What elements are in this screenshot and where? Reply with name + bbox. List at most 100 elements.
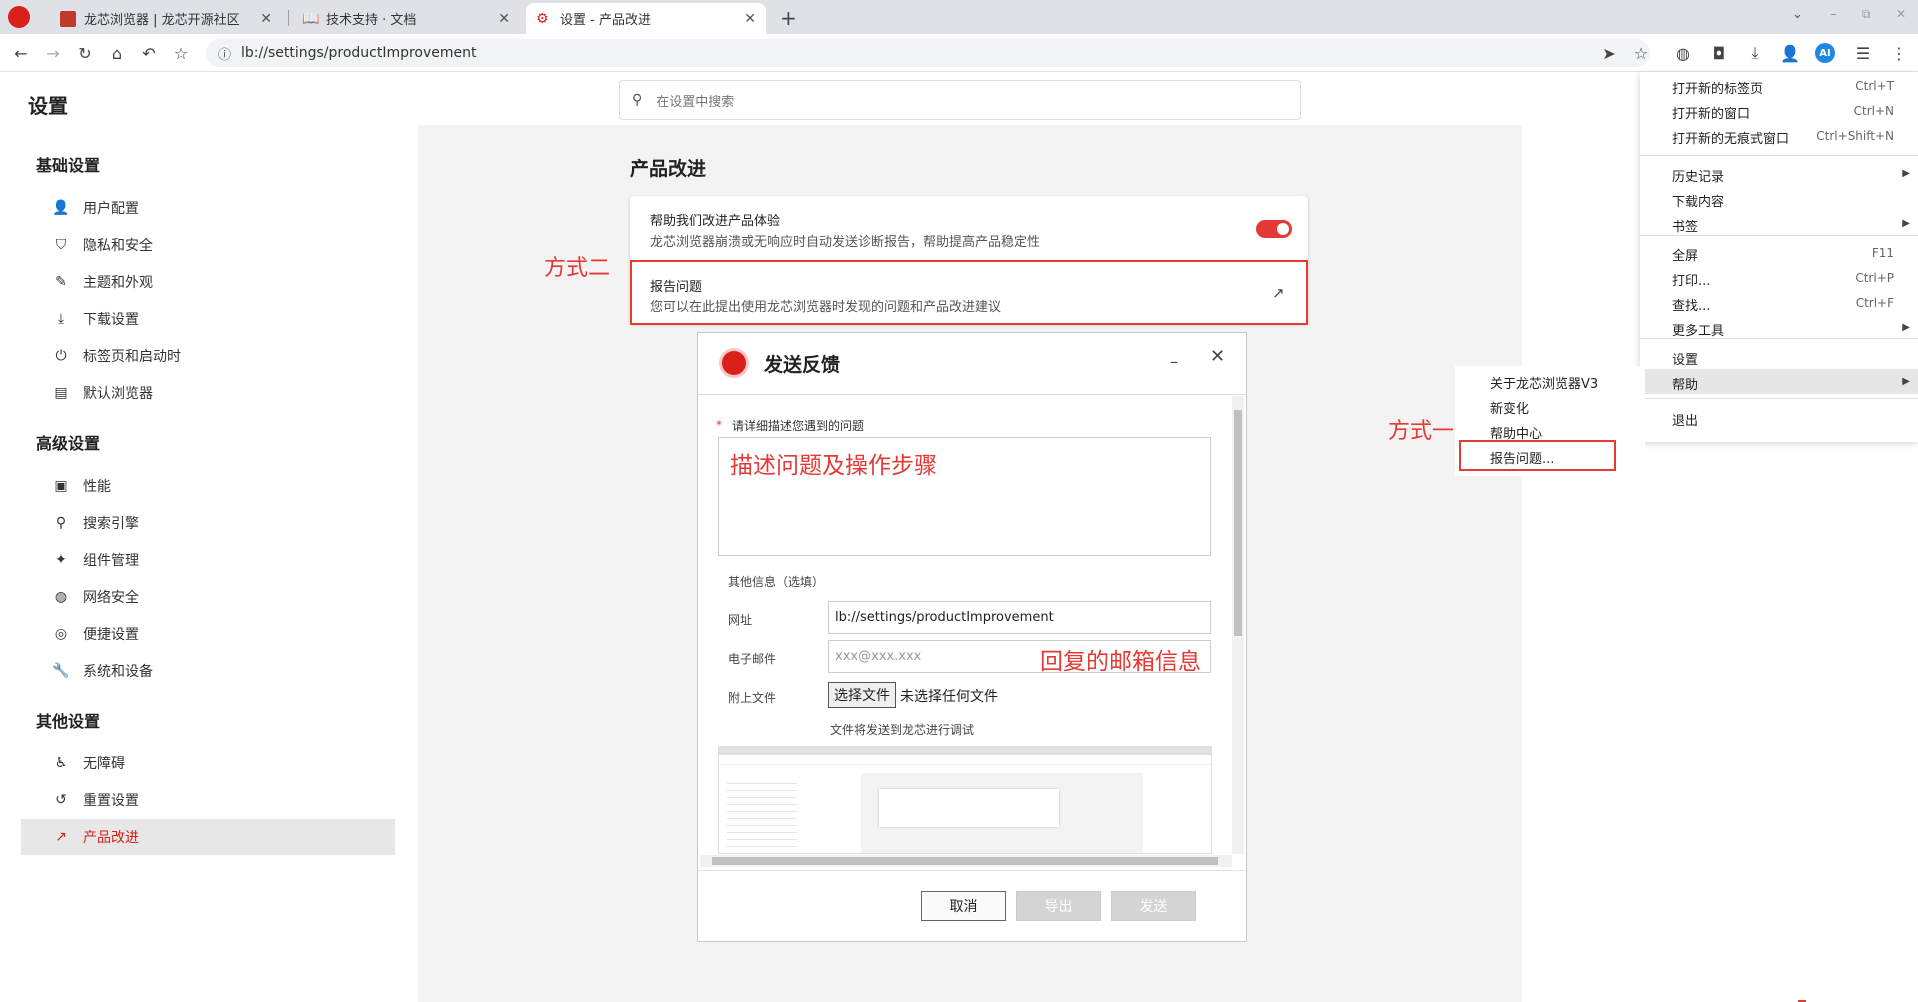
sidebar-item-downloads[interactable]: ⤓ 下载设置 — [21, 301, 395, 337]
menu-item-new-window[interactable]: 打开新的窗口 Ctrl+N — [1640, 98, 1918, 123]
star-icon[interactable]: ☆ — [1630, 42, 1652, 64]
menu-item-help[interactable]: 帮助 ▶ — [1640, 369, 1918, 394]
puzzle-icon: ✦ — [55, 552, 67, 568]
browser-logo-icon[interactable] — [8, 6, 30, 28]
sidebar-item-accessibility[interactable]: ♿ 无障碍 — [21, 745, 395, 781]
attach-label: 附上文件 — [728, 691, 777, 705]
export-button[interactable]: 导出 — [1016, 891, 1101, 921]
dialog-close-icon[interactable]: ✕ — [1210, 346, 1225, 367]
report-issue-row[interactable] — [630, 260, 1308, 325]
diagnostics-toggle[interactable] — [1256, 220, 1292, 238]
sidebar-item-label: 默认浏览器 — [83, 386, 153, 402]
menu-item-settings[interactable]: 设置 — [1640, 344, 1918, 369]
annotation-email-hint: 回复的邮箱信息 — [1040, 649, 1201, 675]
cancel-button[interactable]: 取消 — [921, 891, 1006, 921]
more-menu-icon[interactable]: ⋮ — [1888, 42, 1910, 64]
sidebar-item-system[interactable]: 🔧 系统和设备 — [21, 653, 395, 689]
home-icon[interactable]: ⌂ — [106, 42, 128, 64]
submenu-whats-new[interactable]: 新变化 — [1490, 398, 1529, 417]
sidebar-item-network-security[interactable]: ◍ 网络安全 — [21, 579, 395, 615]
tab-search-icon[interactable]: ⌄ — [1792, 7, 1803, 22]
cancel-label: 取消 — [949, 899, 978, 915]
menu-item-downloads[interactable]: 下载内容 — [1640, 186, 1918, 211]
sidebar-item-components[interactable]: ✦ 组件管理 — [21, 542, 395, 578]
menu-item-more-tools[interactable]: 更多工具 ▶ — [1640, 315, 1918, 340]
close-icon[interactable]: ✕ — [498, 11, 510, 27]
sidebar-item-user-profile[interactable]: 👤 用户配置 — [21, 190, 395, 226]
sidebar-item-privacy[interactable]: ⛉ 隐私和安全 — [21, 227, 395, 263]
sidebar-item-label: 标签页和启动时 — [83, 349, 181, 365]
screenshot-thumbnail — [718, 746, 1212, 854]
reset-icon: ↺ — [55, 792, 67, 808]
search-icon: ⚲ — [55, 515, 67, 531]
menu-item-label: 历史记录 — [1672, 170, 1725, 185]
menu-item-label: 打开新的标签页 — [1672, 82, 1764, 97]
menu-item-fullscreen[interactable]: 全屏 F11 — [1640, 240, 1918, 265]
accessibility-icon: ♿ — [54, 755, 68, 771]
tab-docs[interactable]: 📖 技术支持 · 文档 ✕ — [292, 3, 520, 34]
menu-item-label: 退出 — [1672, 414, 1699, 429]
sidebar-item-label: 搜索引擎 — [83, 516, 139, 532]
tab-settings[interactable]: ⚙ 设置 - 产品改进 ✕ — [526, 3, 766, 34]
url-field[interactable]: lb://settings/productImprovement — [828, 601, 1211, 634]
menu-item-new-incognito-window[interactable]: 打开新的无痕式窗口 Ctrl+Shift+N — [1640, 123, 1918, 148]
dialog-minimize-icon[interactable]: – — [1170, 352, 1178, 371]
choose-file-button[interactable]: 选择文件 — [828, 682, 896, 708]
tab-label: 技术支持 · 文档 — [326, 13, 417, 28]
menu-separator — [1640, 398, 1918, 399]
url-label: 网址 — [728, 613, 753, 627]
window-close-button[interactable]: ✕ — [1896, 7, 1906, 21]
sidebar-item-label: 主题和外观 — [83, 275, 153, 291]
menu-item-label: 打印... — [1672, 274, 1711, 289]
translate-icon[interactable]: ◍ — [1672, 42, 1694, 64]
forward-icon[interactable]: → — [42, 42, 64, 64]
camera-icon[interactable]: ◘ — [1708, 42, 1730, 64]
sidebar-item-convenience[interactable]: ◎ 便捷设置 — [21, 616, 395, 652]
sidebar-item-theme[interactable]: ✎ 主题和外观 — [21, 264, 395, 300]
menu-item-new-tab[interactable]: 打开新的标签页 Ctrl+T — [1640, 73, 1918, 98]
tab-loongson-community[interactable]: 龙芯浏览器 | 龙芯开源社区 ✕ — [50, 3, 282, 34]
sidebar-item-search-engine[interactable]: ⚲ 搜索引擎 — [21, 505, 395, 541]
sidebar-item-performance[interactable]: ▣ 性能 — [21, 468, 395, 504]
tab-label: 设置 - 产品改进 — [560, 13, 651, 28]
close-icon[interactable]: ✕ — [744, 11, 756, 27]
report-desc: 您可以在此提出使用龙芯浏览器时发现的问题和产品改进建议 — [650, 300, 1002, 315]
ai-assistant-icon[interactable]: AI — [1815, 43, 1835, 63]
sliders-icon[interactable]: ☰ — [1852, 42, 1874, 64]
page-title: 设置 — [28, 94, 68, 118]
send-icon[interactable]: ➤ — [1598, 42, 1620, 64]
dialog-horizontal-scrollbar[interactable] — [700, 855, 1232, 867]
sidebar-item-default-browser[interactable]: ▤ 默认浏览器 — [21, 375, 395, 411]
menu-item-exit[interactable]: 退出 — [1640, 405, 1918, 430]
menu-item-print[interactable]: 打印... Ctrl+P — [1640, 265, 1918, 290]
minimize-button[interactable]: – — [1830, 7, 1837, 22]
send-button[interactable]: 发送 — [1111, 891, 1196, 921]
download-icon[interactable]: ⤓ — [1744, 42, 1766, 64]
sidebar-item-reset[interactable]: ↺ 重置设置 — [21, 782, 395, 818]
bookmark-star-icon[interactable]: ☆ — [170, 42, 192, 64]
back-icon[interactable]: ← — [10, 42, 32, 64]
trending-up-icon: ↗ — [55, 829, 67, 845]
sidebar-item-product-improvement[interactable]: ↗ 产品改进 — [21, 819, 395, 855]
external-link-icon[interactable]: ↗ — [1272, 284, 1285, 302]
menu-item-bookmarks[interactable]: 书签 ▶ — [1640, 211, 1918, 236]
undo-icon[interactable]: ↶ — [138, 42, 160, 64]
restore-button[interactable]: ⧉ — [1862, 7, 1871, 22]
profile-icon[interactable]: 👤 — [1779, 42, 1801, 64]
submenu-about[interactable]: 关于龙芯浏览器V3 — [1490, 373, 1598, 392]
settings-search-input[interactable]: ⚲ 在设置中搜索 — [619, 80, 1301, 120]
menu-item-label: 全屏 — [1672, 249, 1699, 264]
address-bar[interactable]: ⓘ lb://settings/productImprovement — [206, 39, 1650, 67]
describe-label: 请详细描述您遇到的问题 — [732, 419, 865, 433]
dialog-vertical-scrollbar[interactable] — [1232, 396, 1244, 854]
ai-label: AI — [1819, 47, 1831, 59]
new-tab-button[interactable]: + — [780, 6, 797, 30]
section-heading: 产品改进 — [630, 158, 707, 180]
close-icon[interactable]: ✕ — [260, 11, 272, 27]
sidebar-item-startup[interactable]: ⏻ 标签页和启动时 — [21, 338, 395, 374]
menu-item-history[interactable]: 历史记录 ▶ — [1640, 161, 1918, 186]
reload-icon[interactable]: ↻ — [74, 42, 96, 64]
dialog-footer-divider — [698, 870, 1246, 871]
menu-item-find[interactable]: 查找... Ctrl+F — [1640, 290, 1918, 315]
mouse-icon: ◎ — [54, 626, 68, 642]
